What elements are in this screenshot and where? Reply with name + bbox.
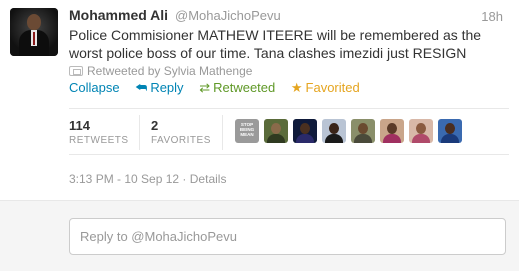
author-fullname[interactable]: Mohammed Ali [69, 7, 168, 23]
tweet-text: Police Commisioner MATHEW ITEERE will be… [69, 27, 482, 61]
retweeter-avatar[interactable] [409, 119, 433, 143]
retweeter-avatar[interactable]: STOP BEING MEAN [235, 119, 259, 143]
tweet-time-ago[interactable]: 18h [481, 9, 503, 24]
retweets-label: RETWEETS [69, 135, 129, 146]
reply-button[interactable]: ⮪ Reply [135, 80, 183, 96]
retweeted-button[interactable]: ⇄ Retweeted [199, 80, 275, 96]
tweet-stats: 114 RETWEETS 2 FAVORITES STOP BEING MEAN [69, 108, 509, 155]
retweeted-by-label[interactable]: Retweeted by Sylvia Mathenge [87, 64, 252, 78]
retweeter-avatar[interactable] [380, 119, 404, 143]
favorites-label: FAVORITES [151, 135, 211, 146]
retweeter-avatar[interactable] [264, 119, 288, 143]
timestamp-text[interactable]: 3:13 PM - 10 Sep 12 [69, 172, 179, 186]
avatar[interactable] [10, 8, 58, 56]
star-icon: ★ [290, 80, 303, 95]
details-link[interactable]: Details [190, 172, 227, 186]
favorites-count: 2 [151, 118, 159, 133]
timestamp-separator: · [182, 172, 190, 186]
retweet-context: Retweeted by Sylvia Mathenge [69, 64, 252, 78]
retweeter-avatar[interactable] [351, 119, 375, 143]
tweet: Mohammed Ali @MohaJichoPevu 18h Police C… [0, 0, 519, 200]
retweeter-avatar[interactable] [322, 119, 346, 143]
favorites-stat[interactable]: 2 FAVORITES [151, 118, 211, 147]
author-username[interactable]: @MohaJichoPevu [175, 8, 281, 23]
retweet-icon: ⇄ [199, 80, 211, 95]
reply-area: Reply to @MohaJichoPevu [0, 200, 519, 271]
stats-divider [139, 115, 140, 150]
tweet-actions: Collapse ⮪ Reply ⇄ Retweeted ★ Favorited [69, 80, 372, 96]
retweets-count: 114 [69, 118, 90, 133]
tweet-timestamp: 3:13 PM - 10 Sep 12 · Details [69, 172, 226, 186]
retweeter-avatar[interactable] [293, 119, 317, 143]
stop-badge-text: STOP BEING MEAN [239, 122, 255, 137]
retweeter-avatar[interactable] [438, 119, 462, 143]
reply-icon: ⮪ [135, 80, 148, 95]
stats-divider [222, 115, 223, 150]
collapse-link[interactable]: Collapse [69, 80, 120, 95]
retweet-context-icon [69, 66, 83, 76]
favorited-button[interactable]: ★ Favorited [291, 80, 360, 96]
reply-input[interactable]: Reply to @MohaJichoPevu [69, 218, 506, 255]
tweet-header: Mohammed Ali @MohaJichoPevu 18h [69, 7, 509, 25]
retweets-stat[interactable]: 114 RETWEETS [69, 118, 129, 147]
